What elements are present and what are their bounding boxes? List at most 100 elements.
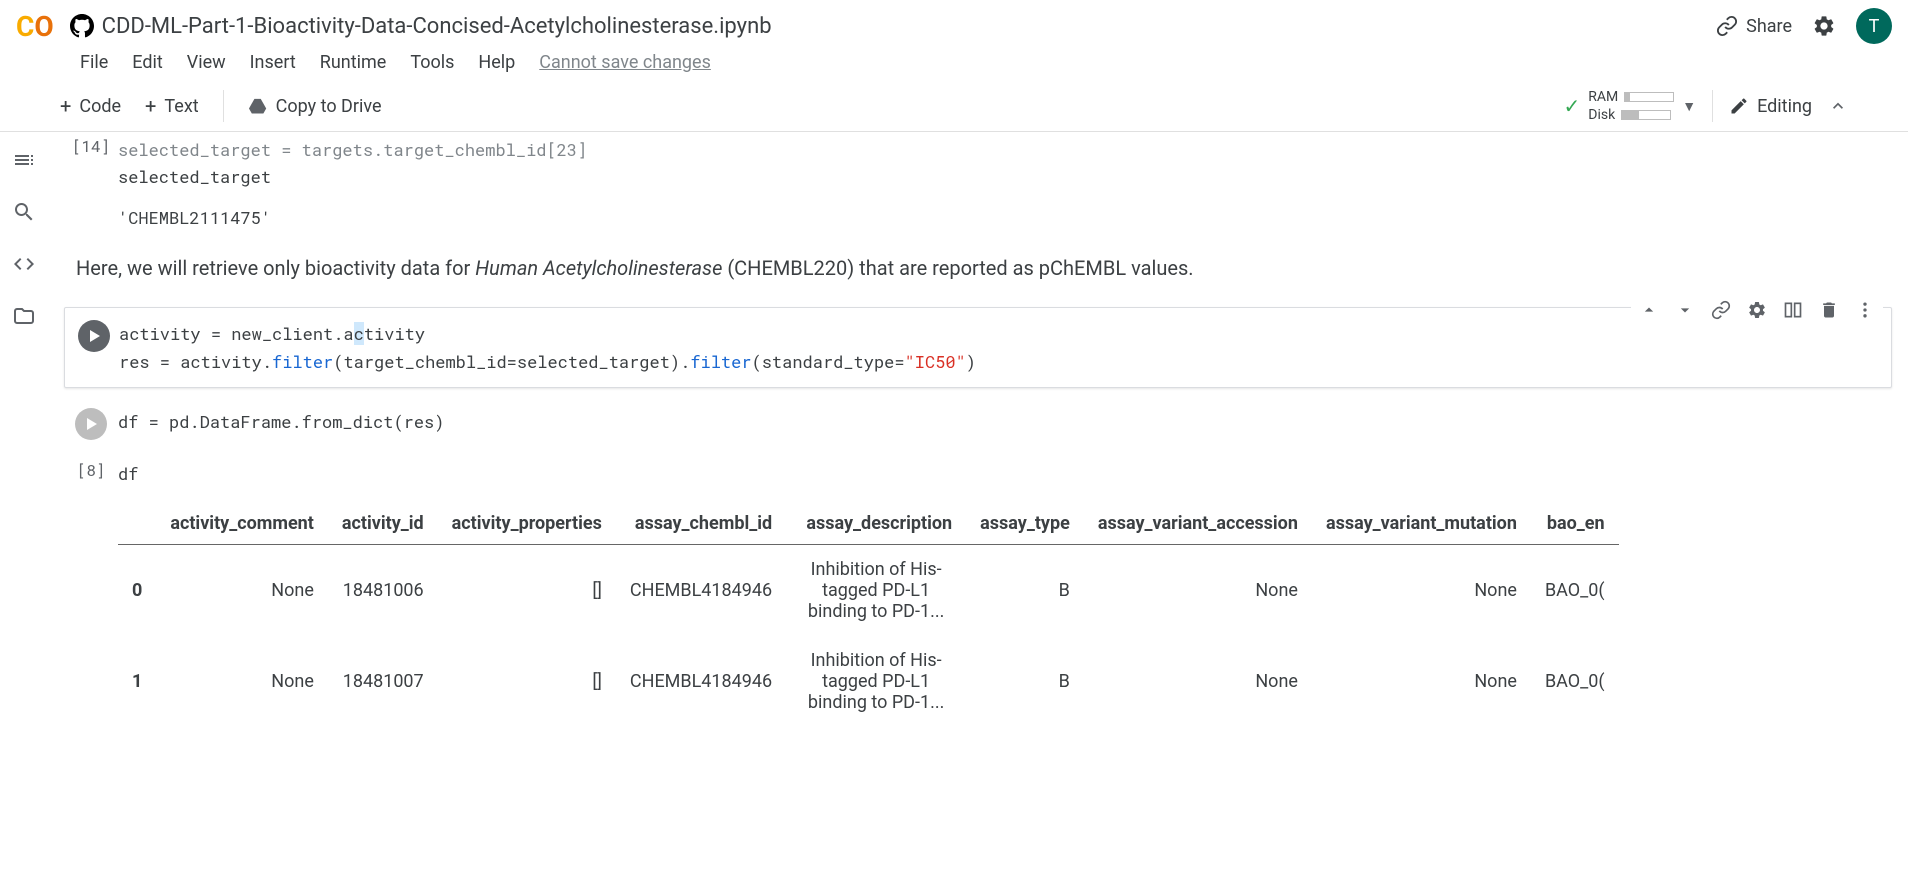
table-row: 0None18481006[]CHEMBL4184946Inhibition o…: [118, 544, 1619, 636]
code-line: selected_target = targets.target_chembl_…: [118, 136, 1892, 163]
title-row: CDD-ML-Part-1-Bioactivity-Data-Concised-…: [70, 14, 1700, 39]
code-cell-8[interactable]: [8] df: [64, 456, 1892, 491]
avatar[interactable]: T: [1856, 8, 1892, 44]
cell-output: 'CHEMBL2111475': [64, 206, 1892, 229]
main: [14] selected_target = targets.target_ch…: [0, 132, 1908, 743]
table-header: activity_comment: [156, 503, 328, 545]
table-row: 1None18481007[]CHEMBL4184946Inhibition o…: [118, 636, 1619, 727]
table-header: assay_variant_mutation: [1312, 503, 1531, 545]
header-right: Share T: [1716, 8, 1892, 44]
mirror-icon[interactable]: [1783, 300, 1803, 320]
cell-gutter: [14]: [64, 132, 118, 157]
code-line: df: [118, 460, 1892, 487]
delete-icon[interactable]: [1819, 300, 1839, 320]
menu-tools[interactable]: Tools: [410, 52, 454, 73]
snippets-icon[interactable]: [12, 252, 36, 276]
runtime-status[interactable]: ✓ RAM Disk ▼: [1563, 89, 1696, 123]
colab-logo[interactable]: CO: [16, 10, 54, 43]
cell-body[interactable]: selected_target = targets.target_chembl_…: [118, 132, 1892, 194]
add-text-button[interactable]: +Text: [145, 94, 199, 118]
resource-meters: RAM Disk: [1588, 89, 1674, 123]
cell-body[interactable]: df = pd.DataFrame.from_dict(res): [118, 404, 1892, 439]
table-cell: Inhibition of His-tagged PD-L1 binding t…: [786, 544, 966, 636]
link-icon[interactable]: [1711, 300, 1731, 320]
table-cell: None: [156, 544, 328, 636]
menubar: File Edit View Insert Runtime Tools Help…: [0, 52, 1908, 81]
cell-gutter: [64, 404, 118, 440]
table-cell: None: [1084, 636, 1312, 727]
gear-icon[interactable]: [1747, 300, 1767, 320]
table-header: [118, 503, 156, 545]
table-header: assay_variant_accession: [1084, 503, 1312, 545]
files-icon[interactable]: [12, 304, 36, 328]
toolbar: +Code +Text Copy to Drive ✓ RAM Disk ▼ E…: [0, 81, 1908, 132]
cannot-save-label: Cannot save changes: [539, 52, 711, 73]
menu-edit[interactable]: Edit: [132, 52, 162, 73]
divider: [223, 90, 224, 122]
table-cell: None: [156, 636, 328, 727]
check-icon: ✓: [1563, 94, 1580, 118]
table-cell: BAO_0(: [1531, 544, 1619, 636]
table-cell: None: [1312, 636, 1531, 727]
table-header: assay_description: [786, 503, 966, 545]
run-button[interactable]: [75, 408, 107, 440]
table-header: bao_en: [1531, 503, 1619, 545]
code-line: res = activity.filter(target_chembl_id=s…: [119, 348, 1891, 375]
cell-body[interactable]: activity = new_client.activity res = act…: [119, 316, 1891, 378]
editing-mode-button[interactable]: Editing: [1729, 96, 1812, 117]
run-button[interactable]: [78, 320, 110, 352]
dataframe-output: activity_commentactivity_idactivity_prop…: [118, 503, 1619, 727]
search-icon[interactable]: [12, 200, 36, 224]
menu-view[interactable]: View: [187, 52, 226, 73]
table-header: activity_id: [328, 503, 438, 545]
table-cell: BAO_0(: [1531, 636, 1619, 727]
table-cell: None: [1312, 544, 1531, 636]
notebook-title[interactable]: CDD-ML-Part-1-Bioactivity-Data-Concised-…: [102, 14, 772, 39]
github-icon: [70, 14, 94, 38]
table-cell: None: [1084, 544, 1312, 636]
cell-gutter: [8]: [64, 456, 118, 481]
collapse-button[interactable]: [1828, 96, 1848, 116]
code-cell-14[interactable]: [14] selected_target = targets.target_ch…: [64, 132, 1892, 194]
gear-icon[interactable]: [1812, 14, 1836, 38]
table-cell: []: [438, 544, 616, 636]
table-cell: 18481006: [328, 544, 438, 636]
code-cell-df-create[interactable]: df = pd.DataFrame.from_dict(res): [64, 404, 1892, 440]
table-cell: 1: [118, 636, 156, 727]
cell-body[interactable]: df: [118, 456, 1892, 491]
table-header-row: activity_commentactivity_idactivity_prop…: [118, 503, 1619, 545]
code-line: activity = new_client.activity: [119, 320, 1891, 347]
copy-to-drive-button[interactable]: Copy to Drive: [248, 96, 382, 117]
table-cell: Inhibition of His-tagged PD-L1 binding t…: [786, 636, 966, 727]
code-cell-activity[interactable]: activity = new_client.activity res = act…: [64, 307, 1892, 387]
divider: [1712, 90, 1713, 122]
table-cell: CHEMBL4184946: [616, 544, 786, 636]
share-button[interactable]: Share: [1716, 15, 1792, 37]
add-code-button[interactable]: +Code: [60, 94, 121, 118]
move-down-icon[interactable]: [1675, 300, 1695, 320]
exec-count: [14]: [72, 136, 110, 157]
table-cell: B: [966, 544, 1084, 636]
move-up-icon[interactable]: [1639, 300, 1659, 320]
table-cell: CHEMBL4184946: [616, 636, 786, 727]
menu-file[interactable]: File: [80, 52, 108, 73]
table-header: activity_properties: [438, 503, 616, 545]
toc-icon[interactable]: [12, 148, 36, 172]
table-cell: B: [966, 636, 1084, 727]
table-header: assay_type: [966, 503, 1084, 545]
code-line: selected_target: [118, 163, 1892, 190]
more-icon[interactable]: [1855, 300, 1875, 320]
code-line: df = pd.DataFrame.from_dict(res): [118, 408, 1892, 435]
cell-gutter: [65, 316, 119, 352]
text-cell[interactable]: Here, we will retrieve only bioactivity …: [64, 253, 1892, 283]
table-cell: 18481007: [328, 636, 438, 727]
menu-insert[interactable]: Insert: [250, 52, 296, 73]
table-header: assay_chembl_id: [616, 503, 786, 545]
menu-help[interactable]: Help: [478, 52, 515, 73]
table-cell: []: [438, 636, 616, 727]
exec-count: [8]: [77, 460, 106, 481]
header: CO CDD-ML-Part-1-Bioactivity-Data-Concis…: [0, 0, 1908, 52]
left-rail: [0, 132, 48, 743]
menu-runtime[interactable]: Runtime: [320, 52, 387, 73]
chevron-down-icon[interactable]: ▼: [1682, 98, 1696, 115]
